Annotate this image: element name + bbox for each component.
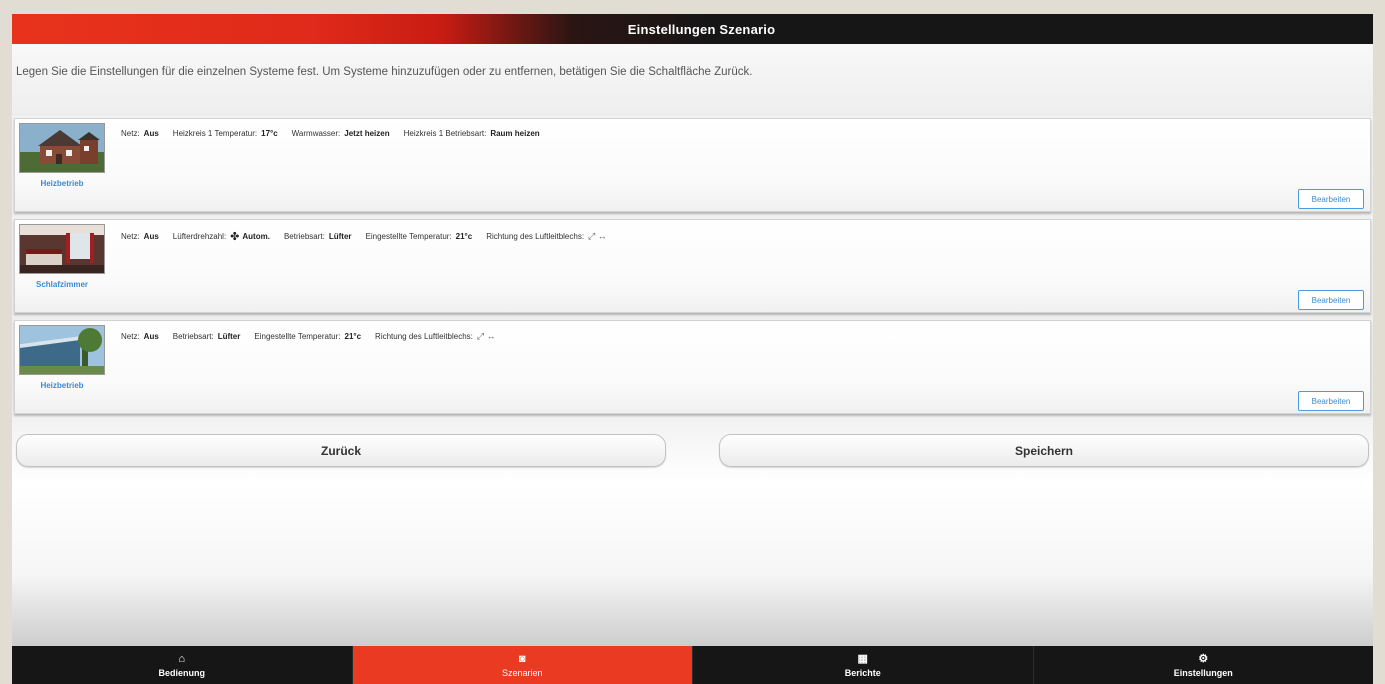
thumbnail-label: Heizbetrieb	[40, 381, 84, 390]
setting-item: Eingestellte Temperatur: 21°c	[254, 332, 361, 341]
airflow-direction-icon: ⤢ ↔	[476, 331, 496, 341]
tab-bedienung[interactable]: ⌂ Bedienung	[12, 646, 353, 684]
intro-text: Legen Sie die Einstellungen für die einz…	[16, 66, 753, 78]
settings-summary: Netz: Aus Lüfterdrehzahl: ✤ Autom. Betriebs…	[121, 230, 624, 243]
setting-key: Richtung des Luftleitblechs:	[486, 232, 585, 241]
tab-label: Einstellungen	[1173, 667, 1233, 678]
setting-key: Richtung des Luftleitblechs:	[375, 332, 473, 341]
airflow-direction-icon: ⤢ ↔	[588, 231, 607, 241]
setting-item: Warmwasser: Jetzt heizen	[292, 129, 390, 138]
setting-value: Lüfter	[328, 232, 352, 241]
setting-item: Betriebsart: Lüfter	[284, 232, 352, 241]
setting-key: Heizkreis 1 Betriebsart:	[403, 129, 487, 138]
house-thumbnail[interactable]	[19, 123, 105, 173]
setting-value: Jetzt heizen	[344, 129, 390, 138]
setting-key: Betriebsart:	[283, 232, 325, 241]
grid-icon: ▦	[857, 652, 868, 665]
setting-key: Netz:	[121, 129, 140, 138]
intro-band	[12, 44, 1373, 116]
home-icon: ⌂	[178, 652, 186, 665]
scenario-icon: ◙	[518, 652, 526, 665]
setting-item: Netz: Aus	[121, 232, 159, 241]
settings-summary: Netz: Aus Betriebsart: Lüfter Eingestellte…	[121, 331, 513, 342]
setting-item: Richtung des Luftleitblechs: ⤢ ↔	[375, 331, 499, 342]
building-thumbnail[interactable]	[19, 325, 105, 375]
gear-icon: ⚙	[1198, 652, 1209, 665]
tab-szenarien[interactable]: ◙ Szenarien	[352, 646, 693, 684]
setting-item: Heizkreis 1 Betriebsart: Raum heizen	[404, 129, 540, 138]
tab-label: Berichte	[844, 667, 881, 678]
setting-value: Raum heizen	[490, 129, 540, 138]
settings-summary: Netz: Aus Heizkreis 1 Temperatur: 17°c War…	[121, 129, 554, 138]
tab-label: Bedienung	[158, 667, 206, 678]
setting-key: Heizkreis 1 Temperatur:	[172, 129, 258, 138]
bottom-tab-bar: ⌂ Bedienung ◙ Szenarien ▦ Berichte ⚙ Ein…	[12, 646, 1373, 684]
setting-key: Netz:	[121, 332, 140, 341]
scenario-card: Heizbetrieb Netz: Aus Heizkreis 1 Tempera…	[14, 118, 1371, 212]
thumbnail-label: Heizbetrieb	[40, 179, 84, 188]
page-title: Einstellungen Szenario	[627, 21, 776, 37]
bedroom-thumbnail[interactable]	[19, 224, 105, 274]
setting-value: Autom.	[242, 232, 270, 241]
setting-item: Heizkreis 1 Temperatur: 17°c	[173, 129, 278, 138]
title-bar: Einstellungen Szenario	[12, 14, 1373, 44]
app-frame: Einstellungen Szenario Legen Sie die Ein…	[12, 14, 1373, 684]
save-button[interactable]: Speichern	[719, 434, 1369, 467]
setting-key: Warmwasser:	[291, 129, 341, 138]
setting-value: 17°c	[261, 129, 278, 138]
tab-label: Szenarien	[501, 667, 543, 678]
setting-item: Betriebsart: Lüfter	[173, 332, 241, 341]
setting-item: Richtung des Luftleitblechs: ⤢ ↔	[486, 231, 610, 242]
setting-key: Lüfterdrehzahl:	[172, 232, 227, 241]
edit-button[interactable]: Bearbeiten	[1298, 290, 1364, 310]
tab-einstellungen[interactable]: ⚙ Einstellungen	[1034, 646, 1374, 684]
scenario-card: Schlafzimmer Netz: Aus Lüfterdrehzahl: ✤ Au…	[14, 219, 1371, 313]
setting-key: Netz:	[121, 232, 140, 241]
setting-value: 21°c	[344, 332, 362, 341]
setting-value: Aus	[143, 232, 159, 241]
fan-icon: ✤	[230, 231, 240, 243]
setting-value: Aus	[143, 332, 159, 341]
edit-button[interactable]: Bearbeiten	[1298, 189, 1364, 209]
back-button[interactable]: Zurück	[16, 434, 666, 467]
setting-value: 21°c	[455, 232, 473, 241]
scenario-card: Heizbetrieb Netz: Aus Betriebsart: Lüfter …	[14, 320, 1371, 414]
setting-item: Eingestellte Temperatur: 21°c	[366, 232, 473, 241]
setting-item: Netz: Aus	[121, 129, 159, 138]
setting-key: Eingestellte Temperatur:	[254, 332, 341, 341]
thumbnail-label: Schlafzimmer	[35, 280, 89, 289]
setting-item: Netz: Aus	[121, 332, 159, 341]
tab-berichte[interactable]: ▦ Berichte	[693, 646, 1034, 684]
setting-value: Aus	[143, 129, 159, 138]
setting-value: Lüfter	[217, 332, 241, 341]
setting-key: Eingestellte Temperatur:	[365, 232, 452, 241]
setting-item: Lüfterdrehzahl: ✤ Autom.	[173, 230, 270, 243]
edit-button[interactable]: Bearbeiten	[1298, 391, 1364, 411]
setting-key: Betriebsart:	[172, 332, 214, 341]
